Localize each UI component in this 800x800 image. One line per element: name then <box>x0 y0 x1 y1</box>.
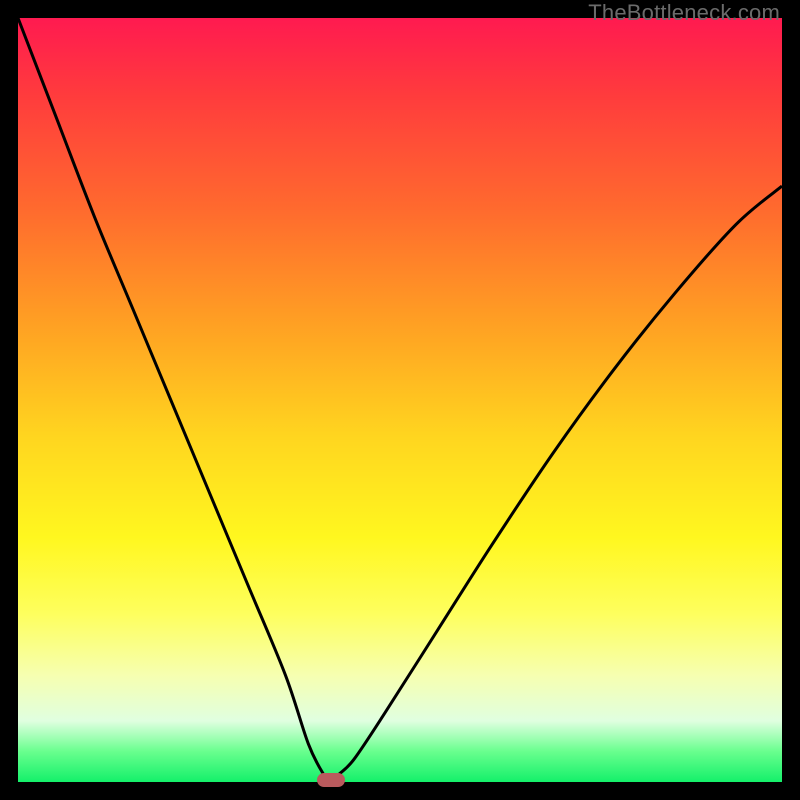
bottleneck-curve <box>18 18 782 782</box>
chart-frame: TheBottleneck.com <box>0 0 800 800</box>
watermark-text: TheBottleneck.com <box>588 0 780 26</box>
optimal-marker <box>317 773 345 787</box>
